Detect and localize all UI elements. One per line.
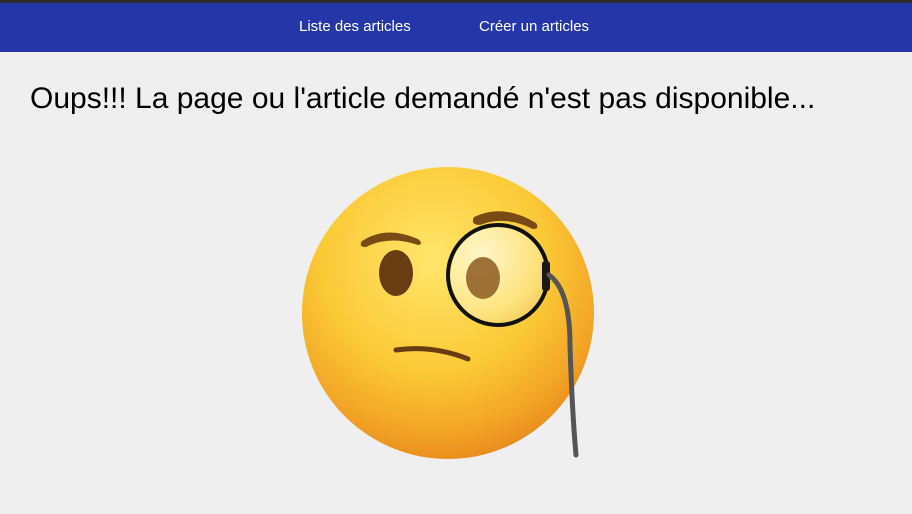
top-navbar: Liste des articles Créer un articles <box>0 3 912 52</box>
right-eye <box>466 257 500 299</box>
nav-link-article-list[interactable]: Liste des articles <box>299 18 411 36</box>
nav-link-create-article[interactable]: Créer un articles <box>479 18 589 36</box>
face-shape <box>302 167 594 459</box>
page-title: Oups!!! La page ou l'article demandé n'e… <box>30 82 816 115</box>
face-with-monocle-icon <box>302 167 594 459</box>
face-with-monocle-emoji <box>298 165 608 465</box>
left-eye <box>379 250 413 296</box>
